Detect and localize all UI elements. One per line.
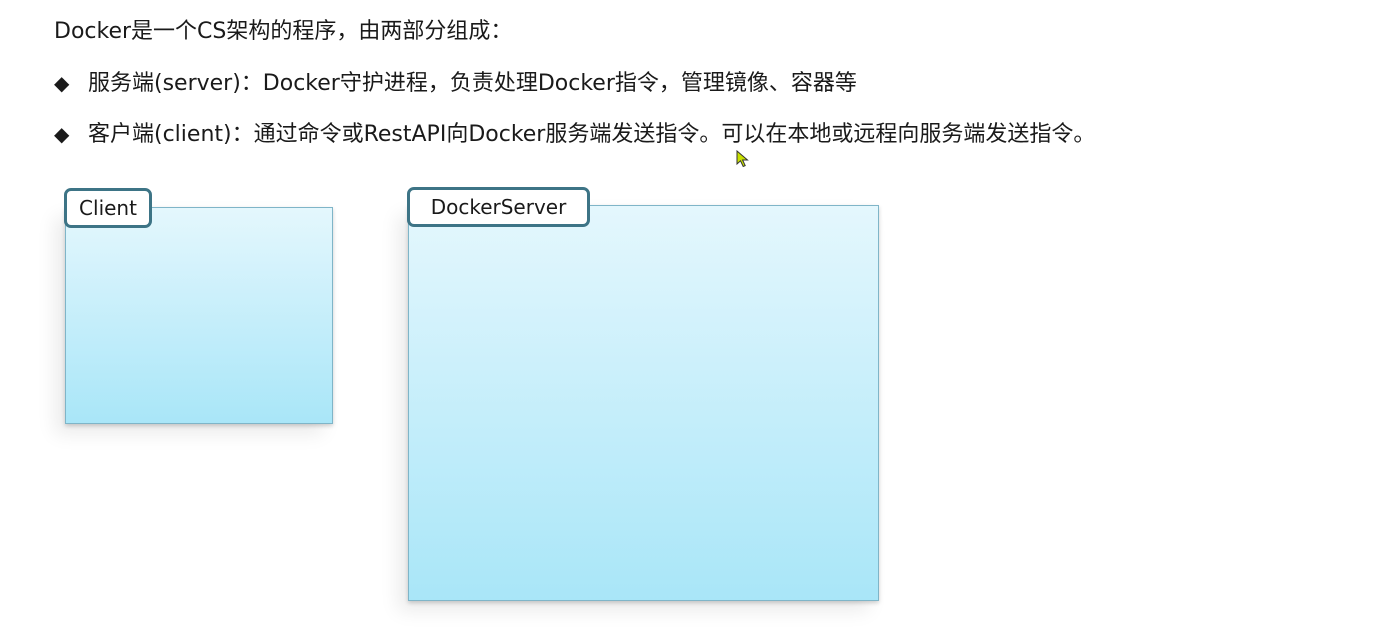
docker-server-container: [408, 205, 879, 601]
bullet-server: ◆ 服务端(server)：Docker守护进程，负责处理Docker指令，管理镜…: [54, 68, 857, 99]
bullet-client-text: 客户端(client)：通过命令或RestAPI向Docker服务端发送指令。可…: [88, 122, 1096, 147]
bullet-server-text: 服务端(server)：Docker守护进程，负责处理Docker指令，管理镜像…: [88, 71, 857, 96]
intro-text: Docker是一个CS架构的程序，由两部分组成：: [54, 19, 513, 44]
client-container: [65, 207, 333, 424]
docker-server-label: DockerServer: [407, 187, 590, 227]
bullet-client: ◆ 客户端(client)：通过命令或RestAPI向Docker服务端发送指令。…: [54, 119, 1095, 150]
mouse-pointer-icon: [736, 150, 749, 168]
diamond-bullet-icon: ◆: [54, 71, 70, 95]
client-label: Client: [64, 188, 152, 228]
diamond-bullet-icon: ◆: [54, 122, 70, 146]
